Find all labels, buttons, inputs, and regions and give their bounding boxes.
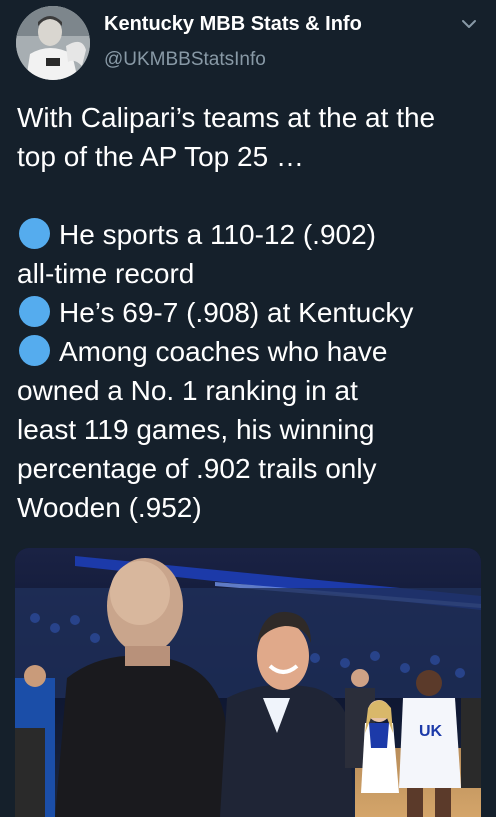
tweet-text: With Calipari’s teams at the at the top … — [17, 98, 487, 527]
tweet-text-line: He sports a 110-12 (.902) — [59, 219, 376, 250]
blue-circle-emoji-icon — [19, 296, 50, 327]
tweet-text-line: top of the AP Top 25 … — [17, 141, 304, 172]
tweet-text-line: Among coaches who have — [59, 336, 388, 367]
bullet-line: Among coaches who have — [17, 332, 487, 371]
avatar-image — [16, 6, 90, 80]
blue-circle-emoji-icon — [19, 335, 50, 366]
bullet-line: He’s 69-7 (.908) at Kentucky — [17, 293, 487, 332]
bullet-line: He sports a 110-12 (.902) — [17, 215, 487, 254]
tweet-text-line: least 119 games, his winning — [17, 414, 375, 445]
svg-text:UK: UK — [419, 723, 443, 740]
tweet-text-line: With Calipari’s teams at the at the — [17, 102, 436, 133]
tweet-photo[interactable]: UK — [15, 548, 481, 817]
arena-photo-image: UK — [15, 548, 481, 817]
tweet-card: Kentucky MBB Stats & Info @UKMBBStatsInf… — [0, 0, 496, 817]
avatar[interactable] — [16, 6, 90, 80]
display-name[interactable]: Kentucky MBB Stats & Info — [104, 13, 362, 36]
blue-circle-emoji-icon — [19, 218, 50, 249]
tweet-text-line: He’s 69-7 (.908) at Kentucky — [59, 297, 414, 328]
chevron-down-icon[interactable] — [458, 14, 480, 34]
tweet-text-line: owned a No. 1 ranking in at — [17, 375, 358, 406]
tweet-text-line: percentage of .902 trails only — [17, 453, 377, 484]
tweet-text-line: Wooden (.952) — [17, 492, 202, 523]
tweet-text-line: all-time record — [17, 258, 195, 289]
user-handle[interactable]: @UKMBBStatsInfo — [104, 49, 266, 71]
